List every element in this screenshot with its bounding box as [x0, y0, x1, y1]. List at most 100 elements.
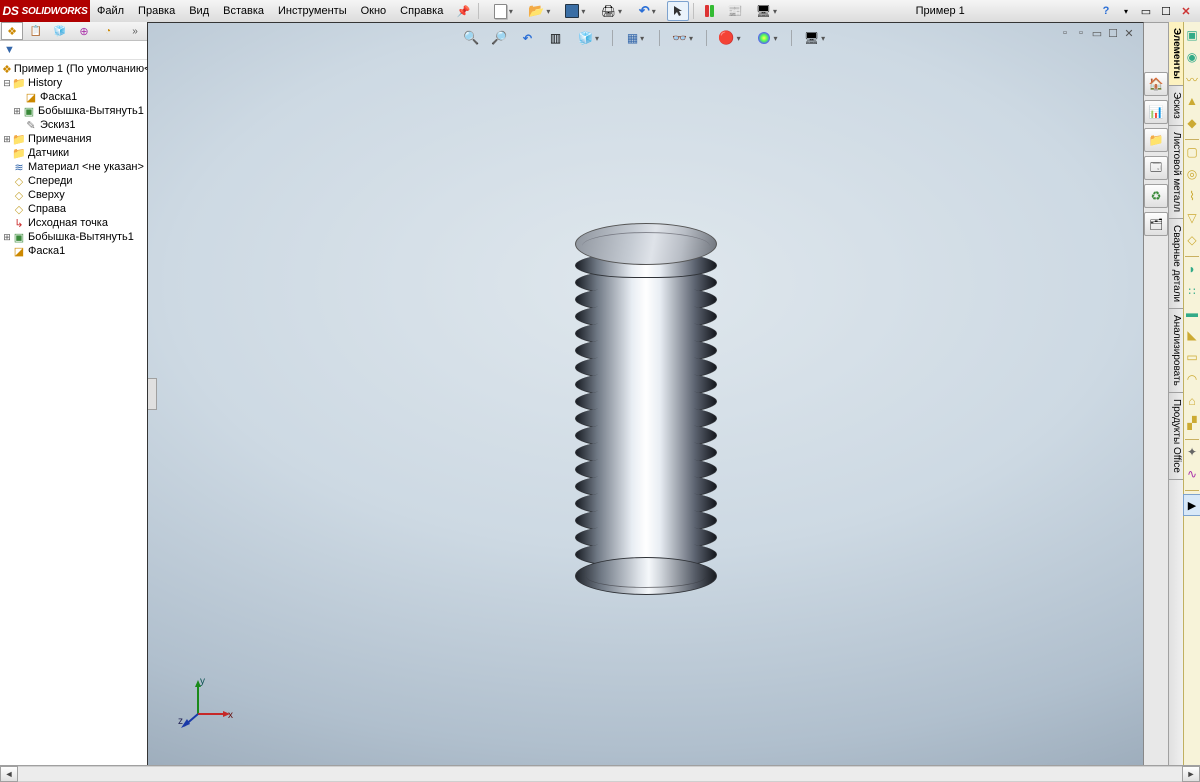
doc-close-button[interactable]: ✕ — [1122, 27, 1136, 39]
tree-right-plane[interactable]: ◇ Справа — [0, 202, 147, 216]
undo-button[interactable]: ↶▾ — [631, 1, 663, 21]
scroll-track[interactable] — [18, 766, 1182, 782]
tp-home-button[interactable]: 🏠 — [1144, 72, 1168, 96]
options-button[interactable]: 📰 — [724, 1, 746, 21]
tree-history-extrude1[interactable]: ⊞ ▣ Бобышка-Вытянуть1 — [0, 104, 147, 118]
collapse-icon[interactable]: ⊟ — [2, 78, 12, 89]
cmd-instant3d[interactable]: ▶ — [1183, 494, 1200, 516]
cmd-shell[interactable]: ▭ — [1184, 348, 1200, 366]
cm-tab-sheetmetal[interactable]: Листовой металл — [1169, 126, 1183, 219]
tree-chamfer1-b[interactable]: ◪ Фаска1 — [0, 244, 147, 258]
tree-annotations[interactable]: ⊞ 📁 Примечания — [0, 132, 147, 146]
save-button[interactable]: ▾ — [559, 1, 591, 21]
rebuild-button[interactable] — [698, 1, 720, 21]
scene-button[interactable]: ▾ — [751, 27, 785, 49]
menu-tools[interactable]: Инструменты — [271, 0, 354, 22]
tree-sensors[interactable]: 📁 Датчики — [0, 146, 147, 160]
cm-tab-weldments[interactable]: Сварные детали — [1169, 219, 1183, 309]
expand-icon[interactable]: ⊞ — [2, 232, 12, 243]
section-view-button[interactable]: ▥ — [544, 27, 568, 49]
filter-icon[interactable]: ▼ — [4, 44, 15, 56]
fm-tab-display[interactable]: ◔ — [97, 22, 119, 40]
tp-resources-button[interactable]: 📊 — [1144, 100, 1168, 124]
maximize-button[interactable]: ☐ — [1157, 3, 1175, 19]
hide-show-button[interactable]: 👓▾ — [666, 27, 700, 49]
cmd-extrude-cut[interactable]: ▢ — [1184, 143, 1200, 161]
cmd-boundary-boss[interactable]: ◆ — [1184, 114, 1200, 132]
fm-tab-dim[interactable]: ⊕ — [73, 22, 95, 40]
cmd-curves[interactable]: ∿ — [1184, 465, 1200, 483]
fm-tab-property[interactable]: 📋 — [25, 22, 47, 40]
tree-front-plane[interactable]: ◇ Спереди — [0, 174, 147, 188]
scroll-right-button[interactable]: ► — [1182, 766, 1200, 782]
tp-appearance-button[interactable]: 🗂 — [1144, 212, 1168, 236]
cm-tab-office[interactable]: Продукты Office — [1169, 393, 1183, 480]
cmd-draft[interactable]: ◣ — [1184, 326, 1200, 344]
tree-material[interactable]: ≋ Материал <не указан> — [0, 160, 147, 174]
cm-tab-sketch[interactable]: Эскиз — [1169, 86, 1183, 126]
doc-restore2-icon[interactable]: ▫ — [1074, 27, 1088, 39]
viewport-3d[interactable]: 🔍 🔎 ↶ ▥ 🧊▾ ▦▾ 👓▾ 🔴▾ ▾ 🖥▾ ▫ ▫ ▭ ☐ ✕ — [147, 22, 1144, 766]
tree-extrude1-b[interactable]: ⊞ ▣ Бобышка-Вытянуть1 — [0, 230, 147, 244]
cmd-sweep-boss[interactable]: 〰 — [1184, 70, 1200, 88]
cmd-pattern[interactable]: ∷ — [1184, 282, 1200, 300]
panel-drag-handle[interactable] — [148, 378, 157, 410]
cmd-wrap[interactable]: ◠ — [1184, 370, 1200, 388]
cmd-loft-boss[interactable]: ▲ — [1184, 92, 1200, 110]
tp-palette-button[interactable]: ♻ — [1144, 184, 1168, 208]
cm-tab-elements[interactable]: Элементы — [1169, 22, 1183, 86]
menu-file[interactable]: Файл — [90, 0, 131, 22]
tp-library-button[interactable]: 📁 — [1144, 128, 1168, 152]
expand-icon[interactable]: ⊞ — [12, 106, 22, 117]
cmd-boundary-cut[interactable]: ◇ — [1184, 231, 1200, 249]
view-settings-button[interactable]: 🖥▾ — [798, 27, 832, 49]
screen-capture-button[interactable]: 🖥▾ — [750, 1, 782, 21]
menu-insert[interactable]: Вставка — [216, 0, 271, 22]
cmd-extrude-boss[interactable]: ▣ — [1184, 26, 1200, 44]
menu-edit[interactable]: Правка — [131, 0, 182, 22]
zoom-fit-button[interactable]: 🔍 — [460, 27, 484, 49]
scroll-left-button[interactable]: ◄ — [0, 766, 18, 782]
menu-window[interactable]: Окно — [354, 0, 394, 22]
cmd-loft-cut[interactable]: ▽ — [1184, 209, 1200, 227]
tree-root[interactable]: ❖ Пример 1 (По умолчанию< — [0, 62, 147, 76]
tp-explorer-button[interactable]: 🗔 — [1144, 156, 1168, 180]
cmd-fillet[interactable]: ◗ — [1184, 260, 1200, 278]
cmd-revolve-boss[interactable]: ◉ — [1184, 48, 1200, 66]
orientation-button[interactable]: 🧊▾ — [572, 27, 606, 49]
cm-tab-analyze[interactable]: Анализировать — [1169, 309, 1183, 393]
cmd-ref-geometry[interactable]: ✦ — [1184, 443, 1200, 461]
select-button[interactable] — [667, 1, 689, 21]
cmd-rib[interactable]: ▬ — [1184, 304, 1200, 322]
help-icon[interactable]: ? — [1097, 3, 1115, 19]
tree-history[interactable]: ⊟ 📁 History — [0, 76, 147, 90]
expand-icon[interactable]: ⊞ — [2, 134, 12, 145]
fm-tab-overflow[interactable]: » — [124, 22, 146, 40]
tree-history-sketch1[interactable]: ✎ Эскиз1 — [0, 118, 147, 132]
doc-minimize-button[interactable]: ▭ — [1090, 27, 1104, 39]
doc-maximize-button[interactable]: ☐ — [1106, 27, 1120, 39]
fm-tab-feature-tree[interactable]: ❖ — [1, 22, 23, 40]
close-button[interactable]: ✕ — [1177, 3, 1195, 19]
appearance-button[interactable]: 🔴▾ — [713, 27, 747, 49]
display-style-button[interactable]: ▦▾ — [619, 27, 653, 49]
open-doc-button[interactable]: 📂▾ — [523, 1, 555, 21]
menu-help[interactable]: Справка — [393, 0, 450, 22]
tree-origin[interactable]: ↳ Исходная точка — [0, 216, 147, 230]
fm-tab-config[interactable]: 🧊 — [49, 22, 71, 40]
menu-view[interactable]: Вид — [182, 0, 216, 22]
cmd-revolve-cut[interactable]: ◎ — [1184, 165, 1200, 183]
tree-top-plane[interactable]: ◇ Сверху — [0, 188, 147, 202]
cmd-mirror[interactable]: ▞ — [1184, 414, 1200, 432]
help-pin-icon[interactable]: 📌 — [452, 1, 474, 21]
cmd-dome[interactable]: ⌂ — [1184, 392, 1200, 410]
cmd-sweep-cut[interactable]: ⌇ — [1184, 187, 1200, 205]
minimize-button[interactable]: ▭ — [1137, 3, 1155, 19]
dropdown-icon[interactable]: ▾ — [1117, 3, 1135, 19]
doc-restore1-icon[interactable]: ▫ — [1058, 27, 1072, 39]
new-doc-button[interactable]: ▾ — [487, 1, 519, 21]
print-button[interactable]: 🖨▾ — [595, 1, 627, 21]
tree-history-chamfer1[interactable]: ◪ Фаска1 — [0, 90, 147, 104]
prev-view-button[interactable]: ↶ — [516, 27, 540, 49]
zoom-area-button[interactable]: 🔎 — [488, 27, 512, 49]
